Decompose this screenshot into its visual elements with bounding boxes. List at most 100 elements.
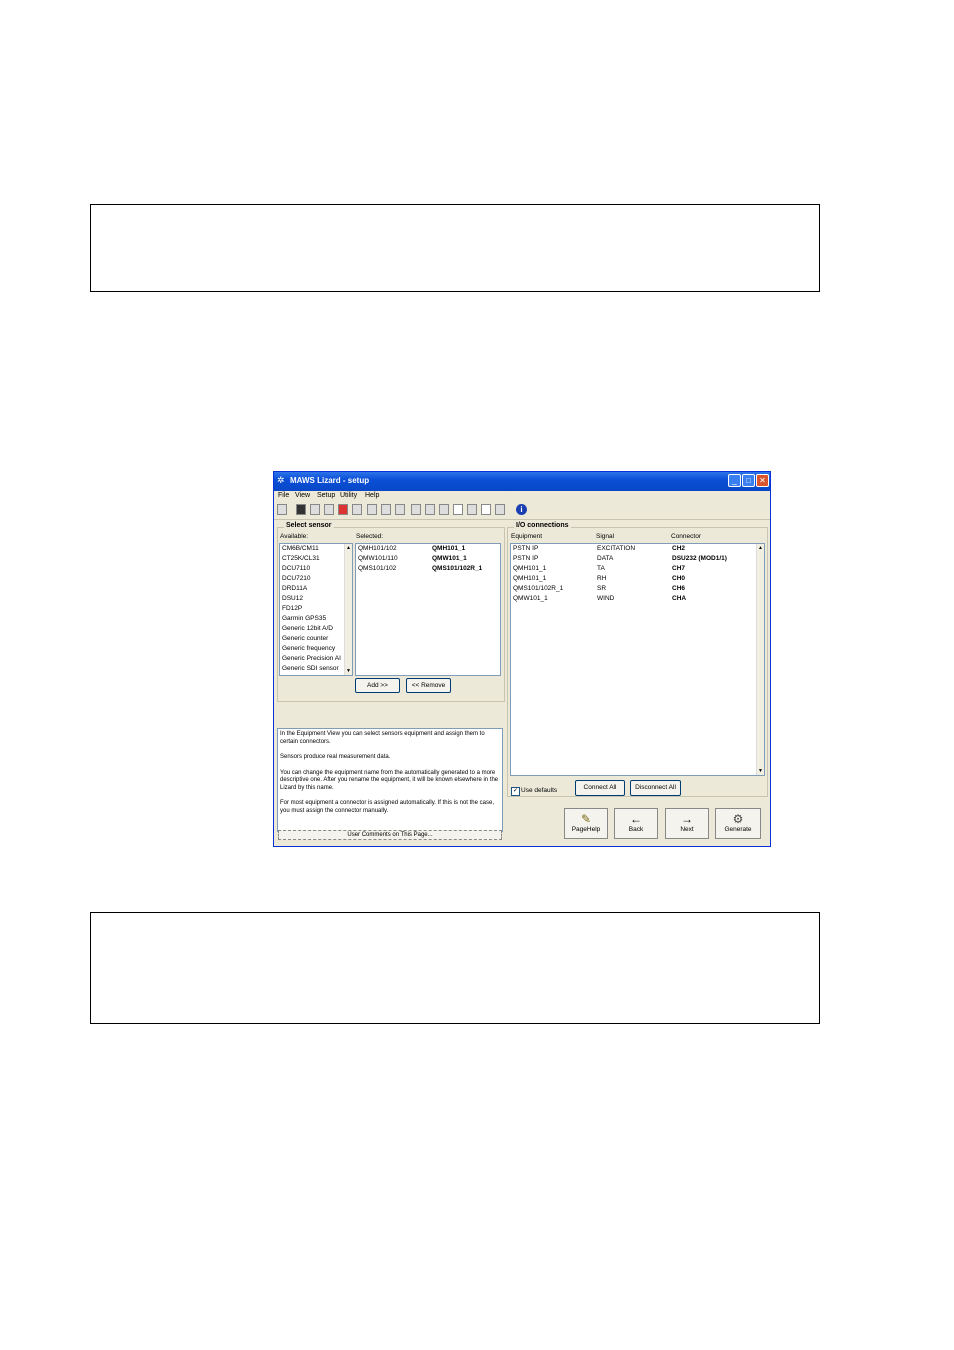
selected-name[interactable]: QMW101_1 — [432, 555, 467, 562]
dev2-icon[interactable] — [324, 504, 334, 515]
available-list[interactable]: CM6B/CM11 CT25K/CL31 DCU7110 DCU7210 DRD… — [279, 543, 353, 676]
io-equipment[interactable]: QMH101_1 — [513, 565, 546, 572]
io-connector[interactable]: DSU232 (MOD1/1) — [672, 555, 727, 562]
disconnect-all-button[interactable]: Disconnect All — [630, 780, 681, 796]
io-connector[interactable]: CHA — [672, 595, 686, 602]
close-button[interactable]: ✕ — [756, 474, 769, 487]
pen-icon[interactable] — [467, 504, 477, 515]
runner-icon[interactable] — [367, 504, 377, 515]
io-signal[interactable]: TA — [597, 565, 605, 572]
io-signal[interactable]: EXCITATION — [597, 545, 635, 552]
title-bar: ✲ MAWS Lizard - setup _ □ ✕ — [274, 472, 770, 491]
runner2-icon[interactable] — [381, 504, 391, 515]
report-icon[interactable] — [411, 504, 421, 515]
col-equipment: Equipment — [511, 533, 543, 540]
list-item[interactable]: CT25K/CL31 — [282, 555, 320, 562]
io-connector[interactable]: CH6 — [672, 585, 685, 592]
flag-icon[interactable] — [395, 504, 405, 515]
use-defaults-checkbox[interactable]: ✓ — [511, 787, 520, 796]
selected-type[interactable]: QMW101/110 — [358, 555, 398, 562]
io-signal[interactable]: DATA — [597, 555, 613, 562]
available-scrollbar[interactable]: ▲ ▼ — [344, 544, 352, 675]
scroll-up-icon[interactable]: ▲ — [345, 544, 352, 552]
arrow-left-icon: ← — [630, 812, 642, 826]
io-equipment[interactable]: QMS101/102R_1 — [513, 585, 563, 592]
list-item[interactable]: DRD11A — [282, 585, 307, 592]
list-item[interactable]: DCU7110 — [282, 565, 310, 572]
dev-icon[interactable] — [310, 504, 320, 515]
io-signal[interactable]: RH — [597, 575, 606, 582]
selected-type[interactable]: QMH101/102 — [358, 545, 397, 552]
scroll-down-icon[interactable]: ▼ — [757, 767, 764, 775]
equipment-icon[interactable] — [296, 504, 306, 515]
arrow-right-icon: → — [681, 812, 693, 826]
io-equipment[interactable]: PSTN IP — [513, 555, 538, 562]
back-label: Back — [628, 826, 644, 833]
available-label: Available: — [280, 533, 309, 540]
list-item[interactable]: Generic frequency — [282, 645, 335, 652]
help-text: In the Equipment View you can select sen… — [277, 728, 503, 832]
selected-name[interactable]: QMH101_1 — [432, 545, 465, 552]
back-button[interactable]: ← Back — [614, 808, 658, 839]
io-scrollbar[interactable]: ▲ ▼ — [756, 544, 764, 775]
info-icon[interactable]: i — [516, 504, 527, 515]
remove-button[interactable]: << Remove — [406, 678, 451, 693]
list-item[interactable]: Garmin GPS35 — [282, 615, 326, 622]
list-item[interactable]: Generic counter — [282, 635, 328, 642]
logger-icon[interactable] — [352, 504, 362, 515]
list-item[interactable]: Generic 12bit A/D — [282, 625, 333, 632]
user-comments-button[interactable]: User Comments on This Page... — [278, 830, 502, 840]
top-text-box — [90, 204, 820, 292]
star-icon[interactable] — [338, 504, 348, 515]
next-button[interactable]: → Next — [665, 808, 709, 839]
io-equipment[interactable]: QMW101_1 — [513, 595, 548, 602]
generate-label: Generate — [724, 826, 752, 833]
selected-type[interactable]: QMS101/102 — [358, 565, 396, 572]
selected-name[interactable]: QMS101/102R_1 — [432, 565, 482, 572]
io-equipment[interactable]: QMH101_1 — [513, 575, 546, 582]
io-connector[interactable]: CH0 — [672, 575, 685, 582]
menu-file[interactable]: File — [278, 492, 289, 499]
bell-icon[interactable] — [481, 504, 491, 515]
list-item[interactable]: DCU7210 — [282, 575, 311, 582]
connect-all-button[interactable]: Connect All — [575, 780, 625, 796]
menu-help[interactable]: Help — [365, 492, 379, 499]
menu-utility[interactable]: Utility — [340, 492, 357, 499]
gear-icon[interactable] — [495, 504, 505, 515]
list-item[interactable]: FD12P — [282, 605, 302, 612]
menu-setup[interactable]: Setup — [317, 492, 335, 499]
list-item[interactable]: Generic Precision AI — [282, 655, 341, 662]
help-paragraph: You can change the equipment name from t… — [280, 769, 499, 791]
list-item[interactable]: Generic SDI sensor — [282, 665, 339, 672]
io-signal[interactable]: WIND — [597, 595, 614, 602]
list-item[interactable]: DSU12 — [282, 595, 303, 602]
maximize-button[interactable]: □ — [742, 474, 755, 487]
network2-icon[interactable] — [439, 504, 449, 515]
minimize-button[interactable]: _ — [728, 474, 741, 487]
io-connector[interactable]: CH2 — [672, 545, 685, 552]
selected-list[interactable]: QMH101/102 QMH101_1 QMW101/110 QMW101_1 … — [355, 543, 501, 676]
network-icon[interactable] — [425, 504, 435, 515]
page-icon[interactable] — [453, 504, 463, 515]
io-equipment[interactable]: PSTN IP — [513, 545, 538, 552]
menu-view[interactable]: View — [295, 492, 310, 499]
pagehelp-button[interactable]: ✎ PageHelp — [564, 808, 608, 839]
io-connector[interactable]: CH7 — [672, 565, 685, 572]
toolbar: i — [274, 502, 770, 520]
use-defaults-label: Use defaults — [521, 787, 558, 794]
io-signal[interactable]: SR — [597, 585, 606, 592]
bottom-text-box — [90, 912, 820, 1024]
generate-button[interactable]: ⚙ Generate — [715, 808, 761, 839]
col-connector: Connector — [671, 533, 701, 540]
scroll-up-icon[interactable]: ▲ — [757, 544, 764, 552]
menu-bar: File View Setup Utility Help — [274, 491, 770, 502]
select-sensor-title: Select sensor — [284, 522, 334, 529]
io-connections-title: I/O connections — [514, 522, 571, 529]
open-icon[interactable] — [277, 504, 287, 515]
io-list[interactable]: PSTN IP EXCITATION CH2 PSTN IP DATA DSU2… — [510, 543, 765, 776]
scroll-down-icon[interactable]: ▼ — [345, 667, 352, 675]
list-item[interactable]: CM6B/CM11 — [282, 545, 319, 552]
help-paragraph: For most equipment a connector is assign… — [280, 800, 494, 814]
next-label: Next — [680, 826, 694, 833]
add-button[interactable]: Add >> — [355, 678, 400, 693]
